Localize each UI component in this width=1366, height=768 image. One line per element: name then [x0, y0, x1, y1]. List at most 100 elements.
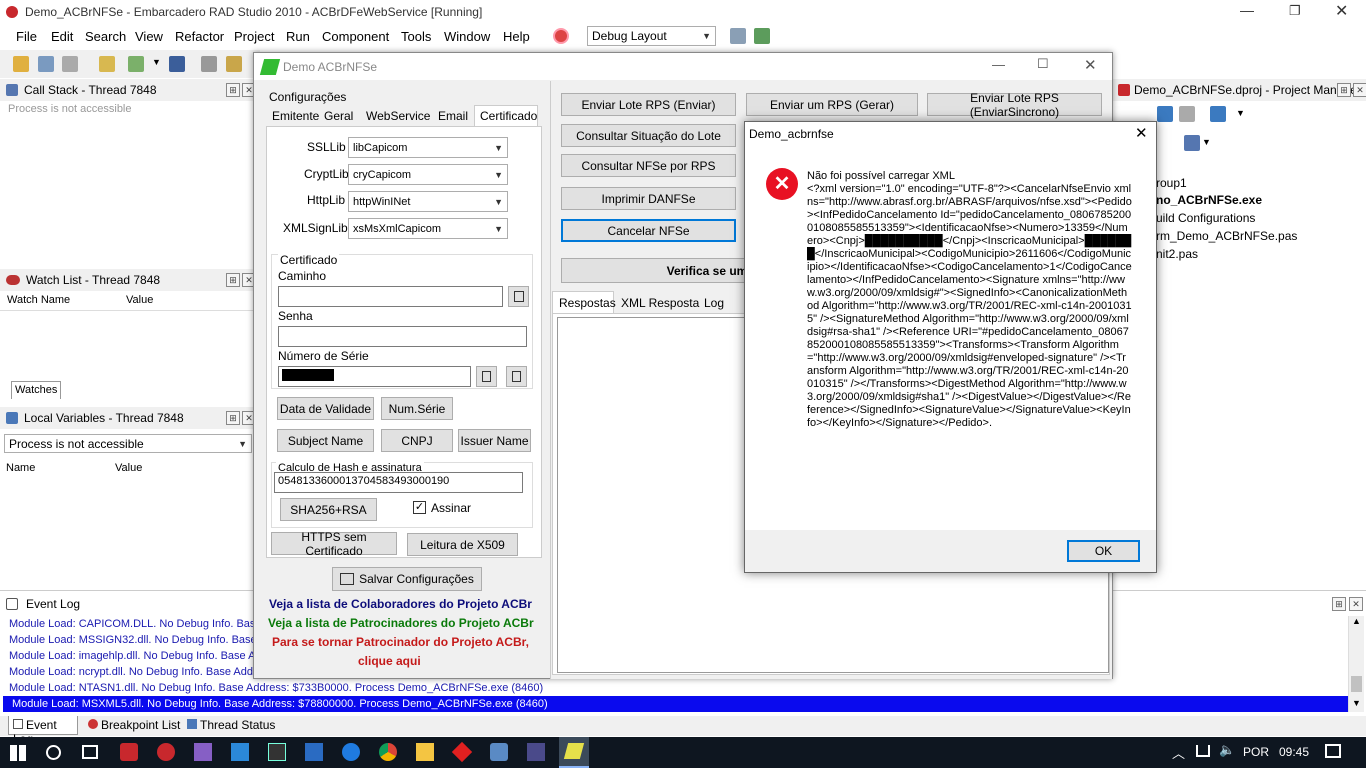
local-vars-combo[interactable]: Process is not accessible ▼: [4, 434, 252, 453]
run-layout-icon[interactable]: [754, 28, 770, 44]
chevron-up-icon[interactable]: ︿: [1172, 743, 1185, 762]
minimize-icon[interactable]: —: [992, 57, 1005, 72]
vscode-icon[interactable]: [231, 743, 249, 761]
target-icon[interactable]: [553, 28, 569, 44]
close-icon[interactable]: ✕: [1084, 56, 1097, 74]
menu-refactor[interactable]: Refactor: [175, 29, 224, 44]
menu-component[interactable]: Component: [322, 29, 389, 44]
cancelar-nfse-button[interactable]: Cancelar NFSe: [561, 219, 736, 242]
tab-breakpoint-list[interactable]: Breakpoint List: [84, 716, 184, 735]
consultar-lote-button[interactable]: Consultar Situação do Lote: [561, 124, 736, 147]
menu-help[interactable]: Help: [503, 29, 530, 44]
folder-icon[interactable]: [226, 56, 242, 72]
db-icon[interactable]: [490, 743, 508, 761]
layout-combo[interactable]: Debug Layout ▼: [587, 26, 716, 46]
menu-tools[interactable]: Tools: [401, 29, 431, 44]
git-icon[interactable]: [451, 741, 473, 763]
remove-icon[interactable]: [1179, 106, 1195, 122]
clock[interactable]: 09:45: [1279, 745, 1309, 759]
scroll-thumb[interactable]: [1351, 676, 1362, 692]
network-tray-icon[interactable]: [1196, 745, 1210, 757]
project-item[interactable]: roup1: [1156, 176, 1187, 190]
menu-file[interactable]: File: [16, 29, 37, 44]
volume-icon[interactable]: 🔈: [1219, 742, 1235, 758]
visual-studio-icon[interactable]: [194, 743, 212, 761]
scroll-up-icon[interactable]: ▲: [1352, 616, 1361, 626]
xml-combo[interactable]: xsMsXmlCapicom ▼: [348, 218, 508, 239]
project-item[interactable]: no_ACBrNFSe.exe: [1156, 193, 1262, 207]
acbr-taskbar-icon[interactable]: [559, 737, 589, 768]
open-icon[interactable]: [38, 56, 54, 72]
clique-aqui-link[interactable]: clique aqui: [358, 654, 421, 668]
crypt-combo[interactable]: cryCapicom ▼: [348, 164, 508, 185]
close-icon[interactable]: ✕: [1135, 124, 1148, 142]
assinar-checkbox[interactable]: ✓: [413, 501, 426, 514]
edge-icon[interactable]: [342, 743, 360, 761]
remove-icon[interactable]: [201, 56, 217, 72]
senha-input[interactable]: [278, 326, 527, 347]
project-item[interactable]: uild Configurations: [1156, 211, 1255, 225]
tab-geral[interactable]: Geral: [324, 109, 353, 123]
notification-icon[interactable]: [1325, 744, 1341, 758]
pin-icon[interactable]: ⊞: [226, 273, 240, 287]
https-button[interactable]: HTTPS sem Certificado: [271, 530, 397, 558]
explorer-icon[interactable]: [416, 743, 434, 761]
project-item[interactable]: nit2.pas: [1156, 247, 1198, 261]
maximize-icon[interactable]: ❐: [1289, 3, 1301, 19]
tab-respostas[interactable]: Respostas: [552, 291, 616, 313]
pin-icon[interactable]: ⊞: [226, 411, 240, 425]
menu-project[interactable]: Project: [234, 29, 274, 44]
subject-button[interactable]: Subject Name: [277, 429, 374, 452]
enviar-lote-button[interactable]: Enviar Lote RPS (Enviar): [561, 93, 736, 116]
new-icon[interactable]: [13, 56, 29, 72]
pin-icon[interactable]: ⊞: [1337, 83, 1351, 97]
scroll-down-icon[interactable]: ▼: [1352, 698, 1361, 708]
colaboradores-link[interactable]: Veja a lista de Colaboradores do Projeto…: [269, 597, 532, 611]
ok-button[interactable]: OK: [1067, 540, 1140, 562]
new-project-icon[interactable]: [99, 56, 115, 72]
tab-emitente[interactable]: Emitente: [272, 109, 319, 123]
tab-thread-status[interactable]: Thread Status: [183, 716, 279, 735]
menu-view[interactable]: View: [135, 29, 163, 44]
http-combo[interactable]: httpWinINet ▼: [348, 191, 508, 212]
chevron-down-icon[interactable]: ▼: [152, 57, 161, 67]
open-project-icon[interactable]: [128, 56, 144, 72]
view-icon[interactable]: [1210, 106, 1226, 122]
serie-input[interactable]: [278, 366, 471, 387]
tab-xml-resposta[interactable]: XML Resposta: [621, 296, 699, 310]
project-item[interactable]: rm_Demo_ACBrNFSe.pas: [1156, 229, 1297, 243]
delphi-icon[interactable]: [120, 743, 138, 761]
tab-email[interactable]: Email: [438, 109, 468, 123]
close-icon[interactable]: ✕: [1349, 597, 1363, 611]
enviar-sinc-button[interactable]: Enviar Lote RPS (EnviarSincrono): [927, 91, 1102, 119]
pin-icon[interactable]: ⊞: [226, 83, 240, 97]
tab-webservice[interactable]: WebService: [366, 109, 430, 123]
tab-watches[interactable]: Watches: [11, 381, 61, 399]
debugger-icon[interactable]: [527, 743, 545, 761]
patrocinadores-link[interactable]: Veja a lista de Patrocinadores do Projet…: [268, 616, 534, 630]
validade-button[interactable]: Data de Validade: [277, 397, 374, 420]
dx-icon[interactable]: [157, 743, 175, 761]
windows-start-icon[interactable]: [10, 745, 26, 761]
language-indicator[interactable]: POR: [1243, 745, 1269, 759]
pycharm-icon[interactable]: [268, 743, 286, 761]
menu-run[interactable]: Run: [286, 29, 310, 44]
select-cert2-button[interactable]: [506, 366, 527, 387]
pin-icon[interactable]: ⊞: [1332, 597, 1346, 611]
search-icon[interactable]: [46, 745, 61, 760]
chevron-down-icon[interactable]: ▼: [1236, 108, 1245, 118]
tab-certificado[interactable]: Certificado: [474, 105, 538, 126]
menu-window[interactable]: Window: [444, 29, 490, 44]
cnpj-button[interactable]: CNPJ: [381, 429, 453, 452]
task-view-icon[interactable]: [82, 745, 98, 759]
sha-button[interactable]: SHA256+RSA: [280, 498, 377, 521]
menu-edit[interactable]: Edit: [51, 29, 73, 44]
consultar-nfse-button[interactable]: Consultar NFSe por RPS: [561, 154, 736, 177]
verifica-button[interactable]: Verifica se uma: [561, 258, 761, 283]
scrollbar[interactable]: ▲ ▼: [1348, 616, 1364, 712]
enviar-rps-button[interactable]: Enviar um RPS (Gerar): [746, 93, 918, 116]
chrome-icon[interactable]: [379, 743, 397, 761]
numserie-button[interactable]: Num.Série: [381, 397, 453, 420]
close-icon[interactable]: ✕: [1353, 83, 1366, 97]
list-icon[interactable]: [1184, 135, 1200, 151]
